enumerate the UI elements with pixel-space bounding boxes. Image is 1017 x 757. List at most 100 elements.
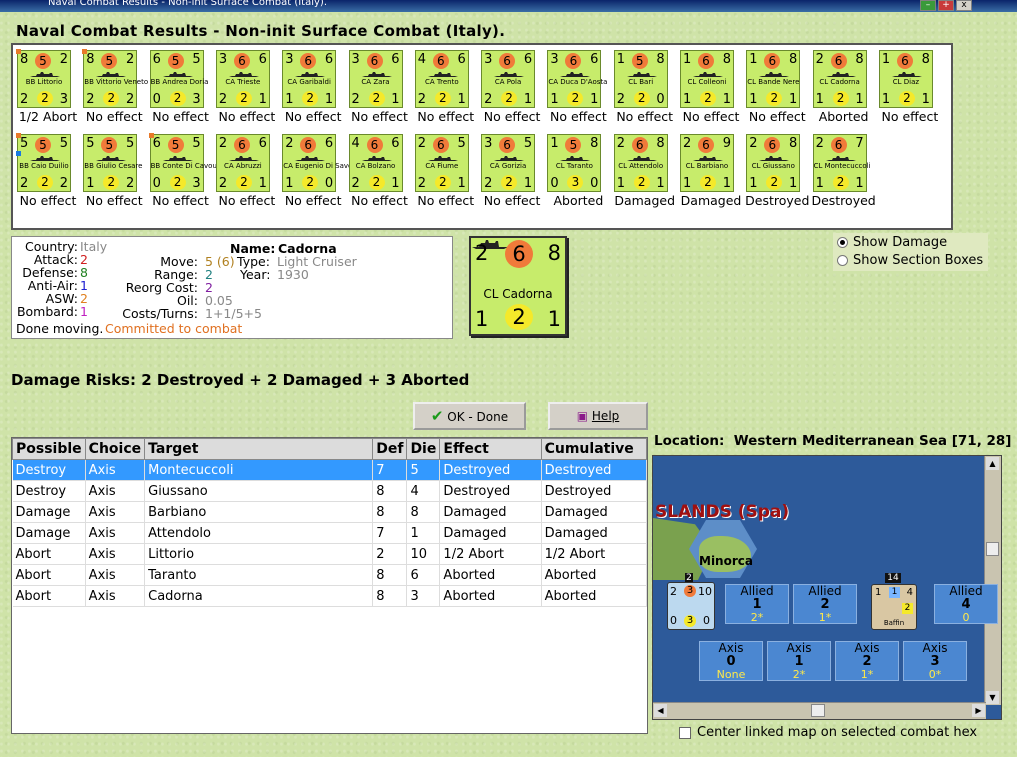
table-row[interactable]: Abort Axis Littorio 2 10 1/2 Abort 1/2 Abort <box>12 543 647 565</box>
ship-card[interactable]: 2 6 8 CL Attendolo 1 2 1 <box>613 134 668 192</box>
ship-result-item[interactable]: 2 6 8 CL Cadorna 1 2 1 Aborted <box>812 50 875 124</box>
ship-card[interactable]: 3 6 6 CA Trieste 2 2 1 <box>215 50 270 108</box>
ship-result-item[interactable]: 2 6 8 CL Attendolo 1 2 1 Damaged <box>613 134 676 208</box>
ship-result-item[interactable]: 1 6 8 CL Bande Nere 1 2 1 No effect <box>746 50 808 124</box>
table-row[interactable]: Damage Axis Attendolo 7 1 Damaged Damaged <box>12 522 647 544</box>
vertical-scroll-thumb[interactable] <box>986 542 999 556</box>
ship-card[interactable]: 8 5 2 BB Vittorio Veneto 2 2 2 <box>82 49 148 108</box>
vertical-scrollbar[interactable]: ▲ ▼ <box>984 456 1001 705</box>
ship-result-item[interactable]: 3 6 6 CA Zara 2 2 1 No effect <box>348 50 411 124</box>
ship-result-item[interactable]: 3 6 6 CA Duca D'Aosta 1 2 1 No effect <box>547 50 609 124</box>
ship-result-item[interactable]: 6 5 5 BB Conte Di Cavour 0 2 3 No effect <box>148 133 220 208</box>
ship-card[interactable]: 8 5 2 BB Littorio 2 2 3 <box>16 49 71 108</box>
ship-card[interactable]: 1 5 8 CL Taranto 0 3 0 <box>547 134 602 192</box>
ship-card[interactable]: 5 5 5 BB Giulio Cesare 1 2 2 <box>83 134 143 192</box>
ship-card[interactable]: 4 6 6 CA Trento 2 2 1 <box>414 50 469 108</box>
close-button[interactable]: x <box>956 0 972 11</box>
allied-box[interactable]: Allied 2 1* <box>793 584 857 624</box>
ship-card[interactable]: 3 6 6 CA Zara 2 2 1 <box>348 50 403 108</box>
ship-card[interactable]: 3 6 6 CA Garibaldi 1 2 1 <box>282 50 337 108</box>
title-bar: Naval Combat Results - Non-init Surface … <box>0 0 1017 12</box>
column-header[interactable]: Effect <box>439 438 542 460</box>
ship-result-item[interactable]: 2 6 8 CL Giussano 1 2 1 Destroyed <box>745 134 809 208</box>
axis-box[interactable]: Axis 3 0* <box>903 641 967 681</box>
center-linked-map-checkbox[interactable]: Center linked map on selected combat hex <box>679 725 977 740</box>
ship-card[interactable]: 2 6 9 CL Barbiano 1 2 1 <box>680 134 734 192</box>
ship-card[interactable]: 4 6 6 CA Bolzano 2 2 1 <box>348 134 403 192</box>
horizontal-scroll-thumb[interactable] <box>811 704 825 717</box>
minimize-button[interactable]: – <box>920 0 936 11</box>
ship-result-item[interactable]: 2 6 5 CA Fiume 2 2 1 No effect <box>414 134 477 208</box>
ship-result-item[interactable]: 3 6 5 CA Gorizia 2 2 1 No effect <box>481 134 543 208</box>
map-view[interactable]: SLANDS (Spa) Minorca 2 2 3 10 0 3 0 14 1… <box>652 455 1002 720</box>
ship-card[interactable]: 2 6 8 CL Cadorna 1 2 1 <box>812 50 867 108</box>
column-header[interactable]: Possible <box>12 438 86 460</box>
ship-result-item[interactable]: 3 6 6 CA Pola 2 2 1 No effect <box>481 50 543 124</box>
axis-unit-counter[interactable]: 2 3 10 0 3 0 <box>667 582 715 630</box>
column-header[interactable]: Cumulative <box>540 438 647 460</box>
ship-card[interactable]: 6 5 5 BB Conte Di Cavour 0 2 3 <box>148 133 220 192</box>
ship-range: 9 <box>722 136 731 151</box>
column-header[interactable]: Die <box>406 438 441 460</box>
ship-card[interactable]: 2 6 8 CL Giussano 1 2 1 <box>746 134 801 192</box>
ship-result-item[interactable]: 1 6 8 CL Colleoni 1 2 1 No effect <box>680 50 742 124</box>
ship-card[interactable]: 2 6 5 CA Fiume 2 2 1 <box>414 134 469 192</box>
horizontal-scrollbar[interactable]: ◀ ▶ <box>653 702 986 719</box>
ship-result-item[interactable]: 3 6 6 CA Garibaldi 1 2 1 No effect <box>282 50 344 124</box>
ship-card[interactable]: 5 5 5 BB Caio Duilio 2 2 2 <box>16 133 71 192</box>
ship-result-item[interactable]: 2 6 9 CL Barbiano 1 2 1 Damaged <box>680 134 742 208</box>
checkbox-box[interactable] <box>679 726 691 739</box>
ship-result-item[interactable]: 3 6 6 CA Trieste 2 2 1 No effect <box>215 50 278 124</box>
ship-silhouette-icon <box>494 156 525 161</box>
ship-move: 5 <box>565 137 582 153</box>
ship-card[interactable]: 2 6 6 CA Abruzzi 2 2 1 <box>215 134 270 192</box>
show-section-boxes-radio[interactable]: Show Section Boxes <box>837 253 983 268</box>
column-header[interactable]: Target <box>144 438 374 460</box>
ship-card[interactable]: 3 6 5 CA Gorizia 2 2 1 <box>481 134 536 192</box>
ship-result-item[interactable]: 5 5 5 BB Giulio Cesare 1 2 2 No effect <box>83 134 145 208</box>
ship-card[interactable]: 3 6 6 CA Pola 2 2 1 <box>481 50 536 108</box>
scroll-up-arrow-icon[interactable]: ▲ <box>986 457 999 470</box>
help-button[interactable]: ▣ Help <box>548 402 648 430</box>
table-row[interactable]: Abort Axis Cadorna 8 3 Aborted Aborted <box>12 585 647 607</box>
card-bottom-left: 1 <box>475 307 489 331</box>
ship-result-item[interactable]: 4 6 6 CA Bolzano 2 2 1 No effect <box>348 134 411 208</box>
ok-done-button[interactable]: ✔ OK - Done <box>413 402 526 430</box>
scroll-down-arrow-icon[interactable]: ▼ <box>986 691 999 704</box>
ship-result-item[interactable]: 8 5 2 BB Littorio 2 2 3 1/2 Abort <box>16 49 79 124</box>
ship-card[interactable]: 1 5 8 CL Bari 2 2 0 <box>613 50 668 108</box>
ship-result-item[interactable]: 5 5 5 BB Caio Duilio 2 2 2 No effect <box>16 133 79 208</box>
axis-box[interactable]: Axis 1 2* <box>767 641 831 681</box>
table-row[interactable]: Abort Axis Taranto 8 6 Aborted Aborted <box>12 564 647 586</box>
ship-result-item[interactable]: 2 6 6 CA Eugenio Di Savoia 1 2 0 No effect <box>282 134 359 208</box>
allied-box[interactable]: Allied 4 0 <box>934 584 998 624</box>
ship-card[interactable]: 1 6 8 CL Colleoni 1 2 1 <box>680 50 734 108</box>
table-row[interactable]: Destroy Axis Giussano 8 4 Destroyed Destroyed <box>12 480 647 502</box>
column-header[interactable]: Def <box>372 438 408 460</box>
ship-card[interactable]: 3 6 6 CA Duca D'Aosta 1 2 1 <box>547 50 607 108</box>
ship-result-item[interactable]: 4 6 6 CA Trento 2 2 1 No effect <box>414 50 477 124</box>
ship-result-item[interactable]: 2 6 6 CA Abruzzi 2 2 1 No effect <box>215 134 278 208</box>
ship-card[interactable]: 2 6 7 CL Montecuccoli 1 2 1 <box>812 134 871 192</box>
table-row[interactable]: Damage Axis Barbiano 8 8 Damaged Damaged <box>12 501 647 523</box>
column-header[interactable]: Choice <box>84 438 146 460</box>
ship-card[interactable]: 2 6 6 CA Eugenio Di Savoia 1 2 0 <box>282 134 359 192</box>
allied-box[interactable]: Allied 1 2* <box>725 584 789 624</box>
ship-result-item[interactable]: 8 5 2 BB Vittorio Veneto 2 2 2 No effect <box>82 49 148 124</box>
ship-result-item[interactable]: 2 6 7 CL Montecuccoli 1 2 1 Destroyed <box>811 134 876 208</box>
table-cell: Aborted <box>541 585 647 607</box>
ship-result-item[interactable]: 1 5 8 CL Taranto 0 3 0 Aborted <box>547 134 609 208</box>
ship-result-item[interactable]: 6 5 5 BB Andrea Doria 0 2 3 No effect <box>149 50 212 124</box>
table-row[interactable]: Destroy Axis Montecuccoli 7 5 Destroyed Destro… <box>12 459 647 481</box>
axis-box[interactable]: Axis 0 None <box>699 641 763 681</box>
ship-card[interactable]: 6 5 5 BB Andrea Doria 0 2 3 <box>149 50 208 108</box>
ship-result-item[interactable]: 1 6 8 CL Diaz 1 2 1 No effect <box>878 50 941 124</box>
ship-result-item[interactable]: 1 5 8 CL Bari 2 2 0 No effect <box>613 50 676 124</box>
ship-card[interactable]: 1 6 8 CL Diaz 1 2 1 <box>878 50 933 108</box>
scroll-left-arrow-icon[interactable]: ◀ <box>654 704 667 717</box>
scroll-right-arrow-icon[interactable]: ▶ <box>972 704 985 717</box>
allied-unit-counter[interactable]: 1 1 4 2 Baffin <box>871 584 917 630</box>
ship-card[interactable]: 1 6 8 CL Bande Nere 1 2 1 <box>746 50 801 108</box>
axis-box[interactable]: Axis 2 1* <box>835 641 899 681</box>
show-damage-radio[interactable]: Show Damage <box>837 235 947 250</box>
